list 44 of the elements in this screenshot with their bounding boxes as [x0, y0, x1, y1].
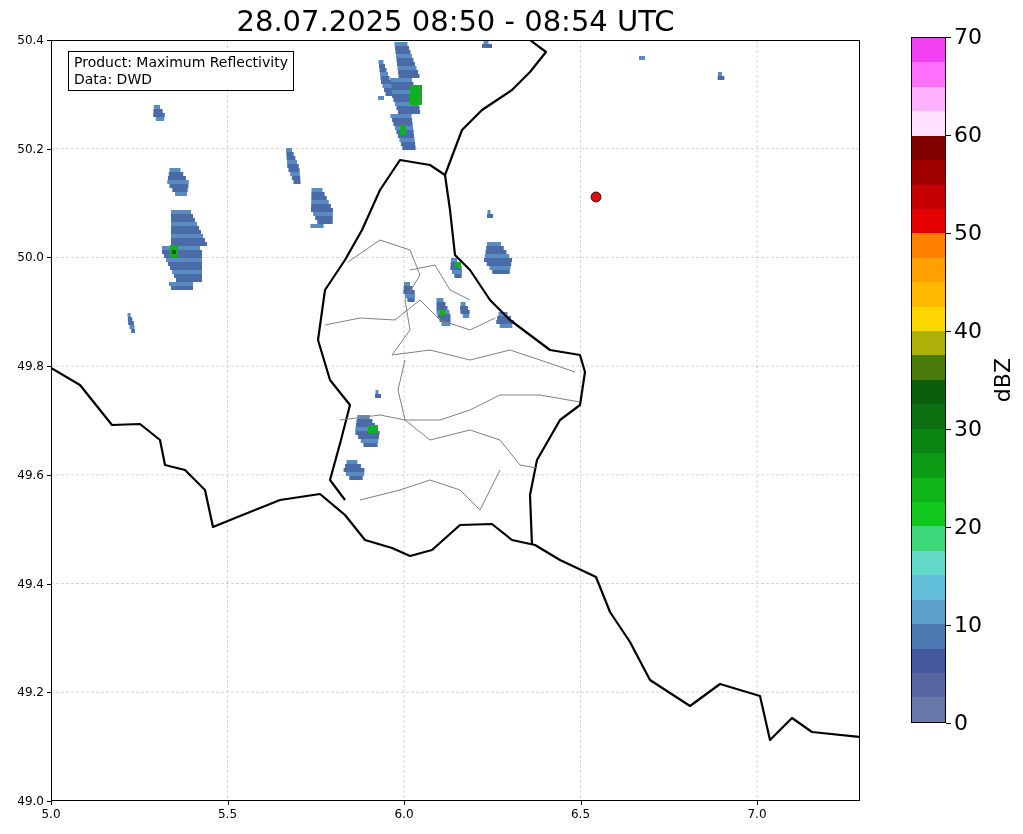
radar-echo — [343, 460, 365, 480]
colorbar-tick-label: 50 — [954, 221, 982, 245]
x-tick-label: 7.0 — [746, 807, 768, 821]
radar-echo — [355, 415, 380, 447]
colorbar-tick-label: 0 — [954, 711, 968, 735]
radar-echo — [717, 72, 725, 80]
y-tick-label: 50.4 — [17, 33, 44, 47]
radar-echo — [496, 312, 514, 328]
colorbar-tick-label: 20 — [954, 515, 982, 539]
radar-echo — [460, 302, 470, 318]
y-tick-label: 49.0 — [17, 793, 44, 808]
y-tick-label: 49.2 — [17, 685, 44, 700]
y-tick-label: 50.0 — [17, 250, 44, 265]
info-text: Data: DWD — [74, 71, 153, 88]
radar-echo — [310, 188, 333, 228]
radar-echo — [153, 105, 165, 121]
radar-echo — [286, 148, 301, 184]
x-tick-label: 5.0 — [40, 807, 62, 821]
radar-echo — [482, 41, 492, 48]
colorbar-tick-label: 10 — [954, 613, 982, 637]
colorbar-tick-label: 30 — [954, 417, 982, 441]
y-tick-label: 49.4 — [17, 576, 44, 591]
location-marker-icon — [590, 191, 602, 203]
x-tick-label: 5.5 — [216, 807, 239, 821]
colorbar-tick-label: 70 — [954, 25, 982, 49]
radar-echo — [484, 242, 512, 274]
radar-echo — [487, 210, 493, 218]
x-tick-label: 6.5 — [569, 807, 592, 821]
y-tick-label: 50.2 — [17, 141, 44, 156]
radar-echo — [639, 56, 645, 60]
radar-echo — [450, 258, 462, 278]
colorbar-tick-label: 40 — [954, 319, 982, 343]
colorbar-axis-label: dBZ — [990, 357, 1016, 403]
y-tick-label: 49.6 — [17, 467, 44, 482]
x-tick-label: 6.0 — [393, 807, 415, 821]
radar-echo — [403, 282, 415, 302]
radar-echo — [127, 313, 135, 333]
colorbar-tick-label: 60 — [954, 123, 982, 147]
info-text: Product: Maximum Reflectivity — [74, 54, 288, 71]
y-tick-label: 49.8 — [17, 359, 44, 374]
chart-title: 28.07.2025 08:50 - 08:54 UTC — [236, 3, 675, 39]
radar-echo — [167, 168, 189, 196]
radar-echo — [436, 298, 451, 326]
radar-echo — [375, 390, 381, 398]
